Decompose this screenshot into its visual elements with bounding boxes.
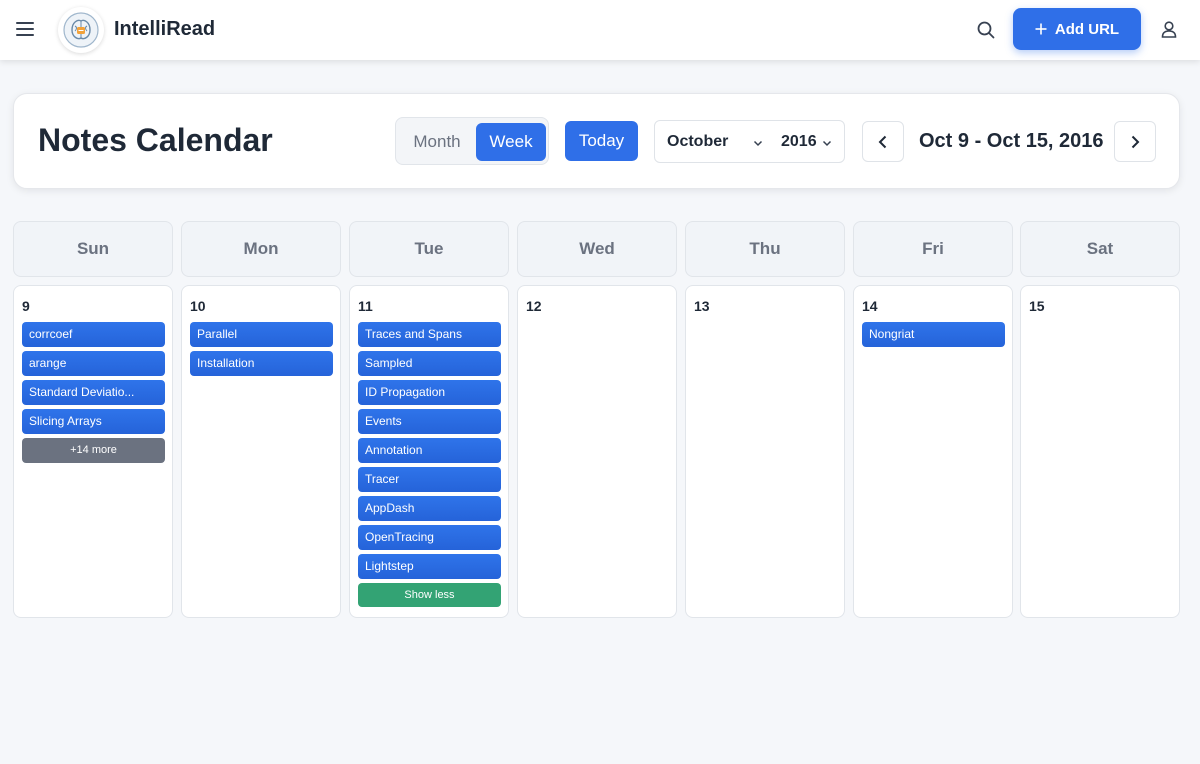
month-select[interactable]: October <box>667 133 728 151</box>
today-button[interactable]: Today <box>565 121 638 161</box>
page-title: Notes Calendar <box>38 122 273 158</box>
note-list: corrcoef arange Standard Deviatio... Sli… <box>22 322 165 463</box>
day-cell-wed[interactable]: 12 <box>517 285 677 618</box>
day-header-sun: Sun <box>13 221 173 277</box>
add-url-button[interactable]: Add URL <box>1013 8 1141 50</box>
date-range-label: Oct 9 - Oct 15, 2016 <box>919 130 1104 152</box>
day-number: 15 <box>1029 298 1045 314</box>
day-number: 13 <box>694 298 710 314</box>
day-header-fri: Fri <box>853 221 1013 277</box>
note-item[interactable]: Installation <box>190 351 333 376</box>
chevron-right-icon <box>1131 135 1140 148</box>
day-number: 12 <box>526 298 542 314</box>
view-toggle: Month Week <box>395 117 549 165</box>
day-cell-tue[interactable]: 11 Traces and Spans Sampled ID Propagati… <box>349 285 509 618</box>
prev-week-button[interactable] <box>862 121 904 162</box>
day-cell-thu[interactable]: 13 <box>685 285 845 618</box>
day-header-tue: Tue <box>349 221 509 277</box>
top-bar: IntelliRead Add URL <box>0 0 1200 60</box>
note-item[interactable]: Slicing Arrays <box>22 409 165 434</box>
day-header-sat: Sat <box>1020 221 1180 277</box>
note-list: Traces and Spans Sampled ID Propagation … <box>358 322 501 607</box>
note-item[interactable]: arange <box>22 351 165 376</box>
calendar-header-card: Notes Calendar Month Week Today October … <box>13 93 1180 189</box>
note-item[interactable]: OpenTracing <box>358 525 501 550</box>
day-header-mon: Mon <box>181 221 341 277</box>
add-url-label: Add URL <box>1054 20 1120 38</box>
chevron-down-icon[interactable] <box>753 135 763 153</box>
note-item[interactable]: Lightstep <box>358 554 501 579</box>
search-icon[interactable] <box>974 18 998 42</box>
note-item[interactable]: Standard Deviatio... <box>22 380 165 405</box>
user-icon[interactable] <box>1157 17 1181 41</box>
day-cell-fri[interactable]: 14 Nongriat <box>853 285 1013 618</box>
day-cell-mon[interactable]: 10 Parallel Installation <box>181 285 341 618</box>
day-number: 11 <box>358 298 373 314</box>
note-item[interactable]: corrcoef <box>22 322 165 347</box>
date-select: October 2016 <box>654 120 845 163</box>
show-more-button[interactable]: +14 more <box>22 438 165 463</box>
note-item[interactable]: Tracer <box>358 467 501 492</box>
app-name: IntelliRead <box>114 18 216 40</box>
note-item[interactable]: Events <box>358 409 501 434</box>
note-item[interactable]: Traces and Spans <box>358 322 501 347</box>
day-number: 14 <box>862 298 878 314</box>
note-item[interactable]: Sampled <box>358 351 501 376</box>
menu-icon[interactable] <box>12 16 38 42</box>
plus-icon <box>1035 23 1047 35</box>
day-number: 9 <box>22 298 30 314</box>
next-week-button[interactable] <box>1114 121 1156 162</box>
day-header-wed: Wed <box>517 221 677 277</box>
day-cell-sun[interactable]: 9 corrcoef arange Standard Deviatio... S… <box>13 285 173 618</box>
brain-logo-icon[interactable] <box>58 7 104 53</box>
chevron-down-icon[interactable] <box>822 135 832 153</box>
note-list: Parallel Installation <box>190 322 333 380</box>
note-item[interactable]: ID Propagation <box>358 380 501 405</box>
note-list: Nongriat <box>862 322 1005 351</box>
day-cell-sat[interactable]: 15 <box>1020 285 1180 618</box>
day-header-thu: Thu <box>685 221 845 277</box>
note-item[interactable]: Annotation <box>358 438 501 463</box>
show-less-button[interactable]: Show less <box>358 583 501 607</box>
note-item[interactable]: Parallel <box>190 322 333 347</box>
note-item[interactable]: Nongriat <box>862 322 1005 347</box>
note-item[interactable]: AppDash <box>358 496 501 521</box>
view-week-button[interactable]: Week <box>476 123 546 161</box>
year-select[interactable]: 2016 <box>781 133 817 151</box>
chevron-left-icon <box>878 135 887 148</box>
day-number: 10 <box>190 298 206 314</box>
view-month-button[interactable]: Month <box>402 123 472 161</box>
